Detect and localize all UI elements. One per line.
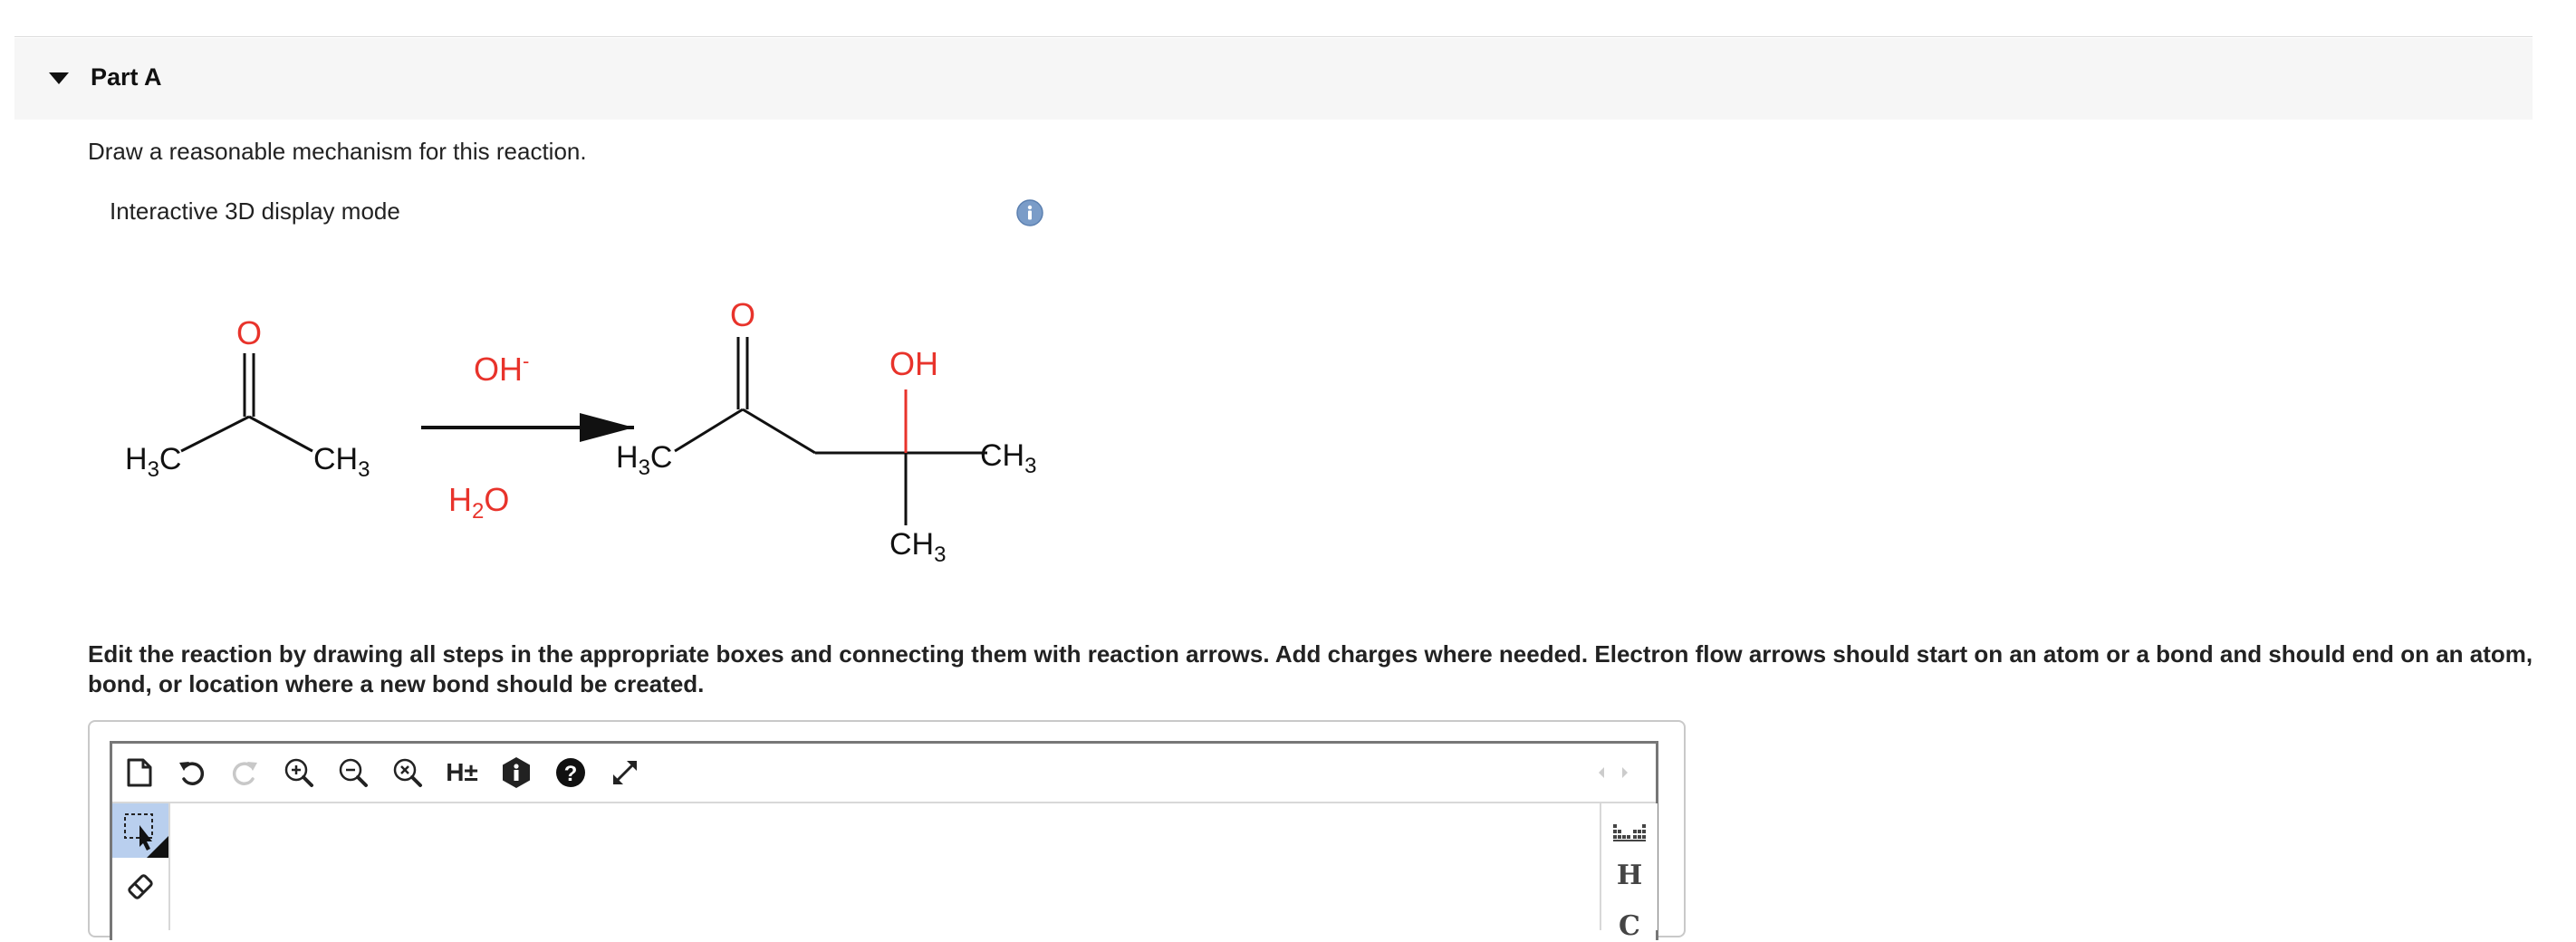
question-prompt: Draw a reasonable mechanism for this rea… bbox=[88, 138, 587, 165]
select-tool[interactable] bbox=[112, 803, 168, 858]
editor-instructions: Edit the reaction by drawing all steps i… bbox=[88, 640, 2533, 697]
panel-toggle-icon[interactable] bbox=[1592, 753, 1638, 793]
info-icon[interactable] bbox=[1016, 199, 1043, 226]
undo-icon[interactable] bbox=[172, 753, 212, 793]
element-palette: H C bbox=[1600, 803, 1658, 942]
element-carbon-button[interactable]: C bbox=[1601, 910, 1658, 942]
part-title: Part A bbox=[91, 63, 162, 91]
reagent-water: H2O bbox=[448, 481, 509, 524]
tool-strip-left bbox=[112, 803, 170, 930]
product-methyl-right: CH3 bbox=[980, 438, 1036, 478]
explicit-hydrogens-button[interactable]: H± bbox=[442, 753, 482, 793]
zoom-reset-icon[interactable] bbox=[388, 753, 428, 793]
help-icon[interactable]: ? bbox=[551, 753, 591, 793]
structure-info-icon[interactable] bbox=[496, 753, 536, 793]
fullscreen-icon[interactable] bbox=[605, 753, 645, 793]
part-header[interactable]: Part A bbox=[14, 38, 2533, 120]
product-methyl-bottom: CH3 bbox=[889, 527, 946, 567]
eraser-tool[interactable] bbox=[112, 860, 168, 914]
lasso-select-icon bbox=[124, 813, 168, 858]
editor-toolbar: H± ? bbox=[112, 744, 1656, 803]
product-ketone-oxygen: O bbox=[730, 296, 755, 333]
top-divider bbox=[14, 36, 2533, 37]
reactant-oxygen: O bbox=[236, 314, 262, 351]
reaction-arrow bbox=[421, 413, 634, 442]
product-methyl-left: H3C bbox=[616, 440, 672, 480]
element-hydrogen-button[interactable]: H bbox=[1601, 860, 1658, 891]
periodic-table-icon[interactable] bbox=[1601, 814, 1658, 851]
product-aldol bbox=[674, 337, 987, 525]
svg-text:?: ? bbox=[564, 762, 578, 786]
zoom-in-icon[interactable] bbox=[279, 753, 319, 793]
reactant-methyl-left: H3C bbox=[125, 442, 181, 482]
new-document-icon[interactable] bbox=[120, 753, 159, 793]
reaction-scheme: O H3C CH3 OH- H2O O OH H3C CH3 CH3 bbox=[125, 296, 1036, 567]
product-hydroxyl: OH bbox=[889, 345, 938, 382]
zoom-out-icon[interactable] bbox=[333, 753, 373, 793]
collapse-caret-icon[interactable] bbox=[49, 72, 69, 84]
redo-icon[interactable] bbox=[225, 753, 264, 793]
reactant-methyl-right: CH3 bbox=[313, 442, 370, 482]
reactant-acetone bbox=[180, 353, 313, 453]
display-mode-label: Interactive 3D display mode bbox=[110, 197, 400, 225]
eraser-icon bbox=[128, 874, 153, 899]
reagent-hydroxide: OH- bbox=[474, 350, 529, 388]
